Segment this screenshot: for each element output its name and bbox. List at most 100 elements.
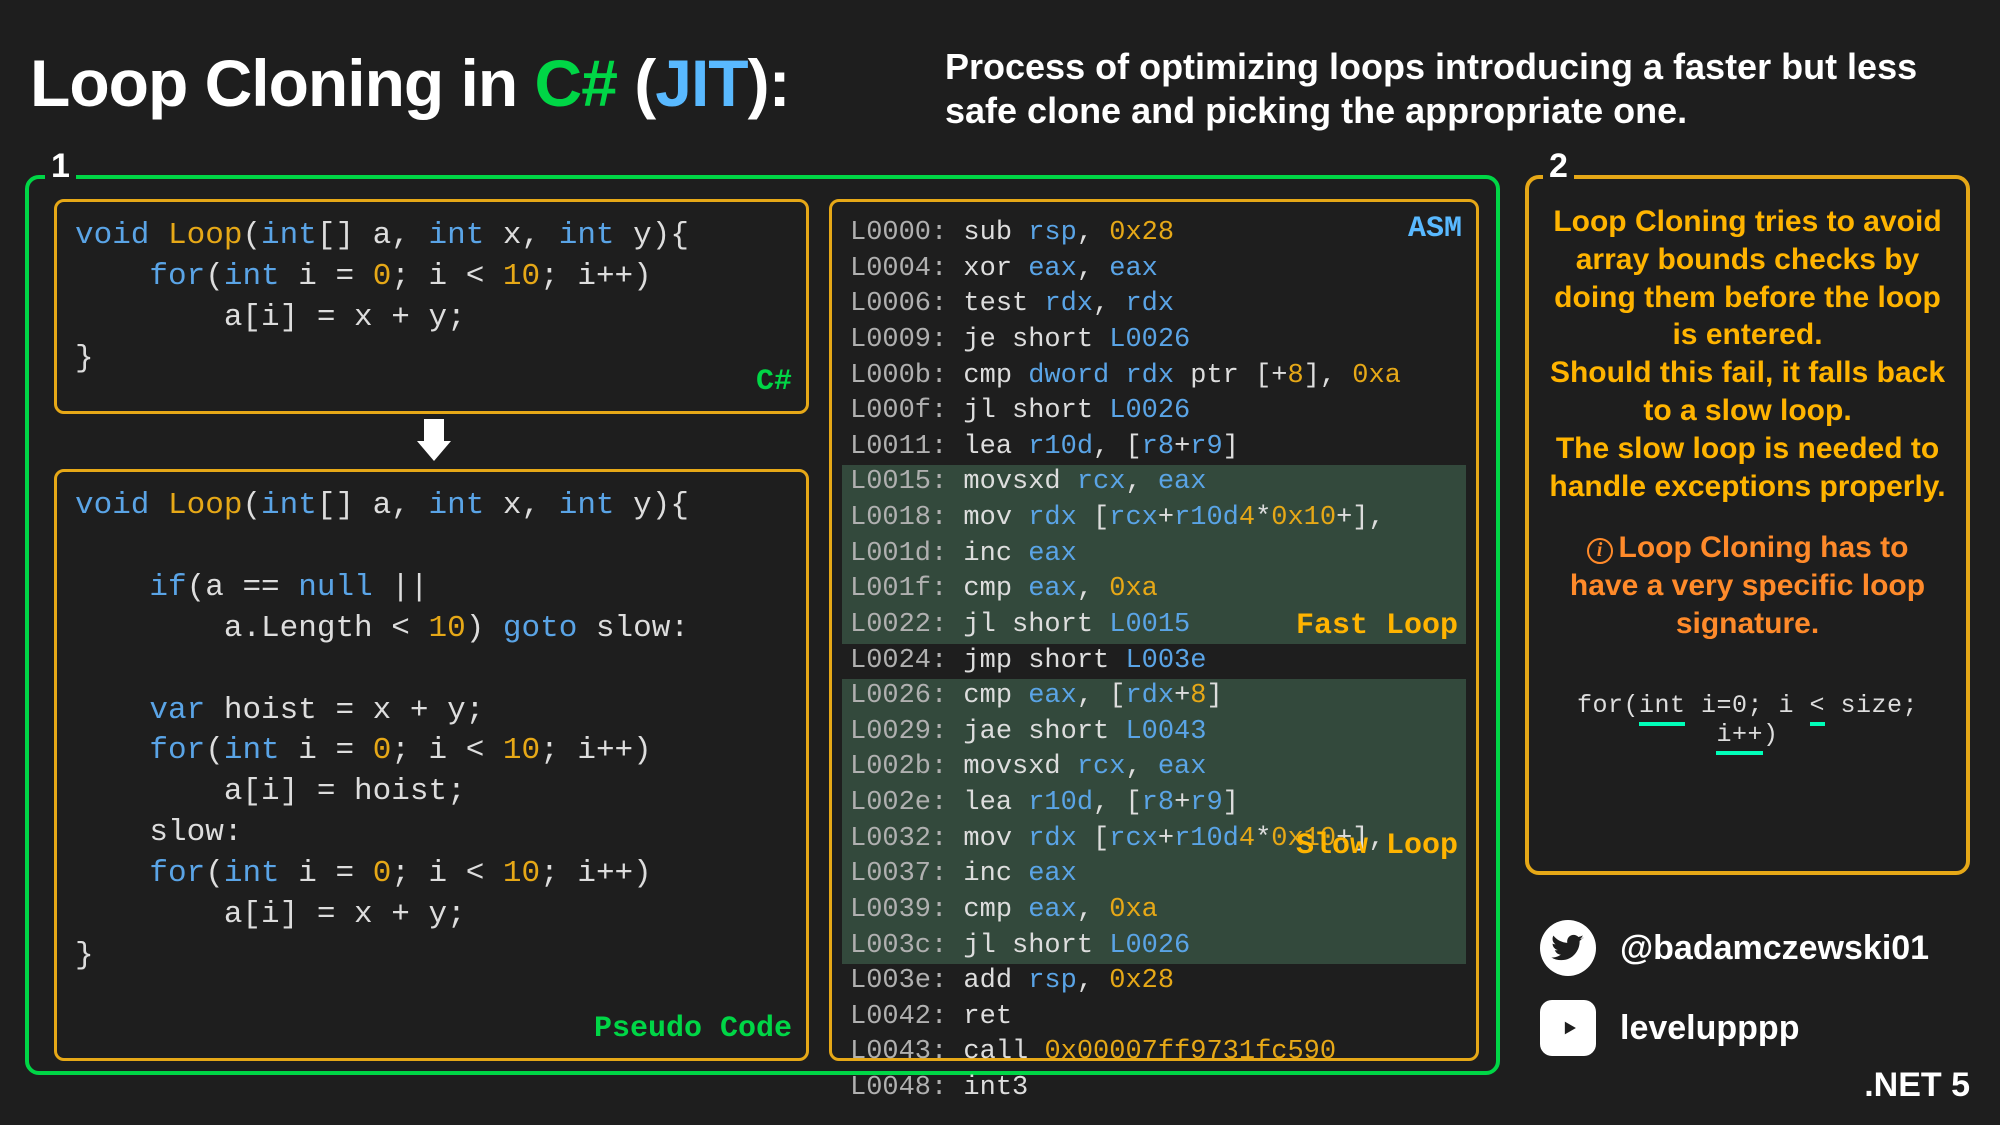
explain-note: iLoop Cloning has to have a very specifi…: [1549, 529, 1946, 642]
t: x,: [503, 218, 559, 253]
asm-line: L0026: cmp eax, [rdx+8]: [842, 679, 1466, 715]
t: int: [428, 218, 502, 253]
t: int: [559, 488, 633, 523]
arrow-down-icon: [417, 419, 451, 463]
t: i=0; i: [1685, 691, 1809, 720]
t: x,: [503, 488, 559, 523]
title-seg-1: Loop Cloning in: [30, 46, 535, 120]
asm-line: L0029: jae short L0043: [842, 715, 1466, 751]
t: ; i <: [391, 856, 503, 891]
t: ): [466, 611, 503, 646]
t: if: [149, 570, 186, 605]
asm-line: L0018: mov rdx [rcx+r10d4*0x10+],: [842, 501, 1466, 537]
t: Loop Cloning has to have a very specific…: [1570, 531, 1925, 640]
explain-code-sig: for(int i=0; i < size; i++): [1549, 691, 1946, 749]
label-pseudo: Pseudo Code: [594, 1010, 792, 1050]
t: 10: [428, 611, 465, 646]
t: The slow loop is needed to handle except…: [1549, 432, 1945, 503]
t: hoist = x + y;: [224, 693, 484, 728]
t: Loop Cloning tries to avoid array bounds…: [1553, 205, 1941, 276]
t: size;: [1825, 691, 1918, 720]
t: [] a,: [317, 218, 429, 253]
t: ||: [391, 570, 428, 605]
t: int: [224, 259, 298, 294]
t: (a ==: [187, 570, 299, 605]
asm-line: L003e: add rsp, 0x28: [842, 964, 1466, 1000]
t: goto: [503, 611, 596, 646]
asm-line: L0024: jmp short L003e: [842, 644, 1466, 680]
t: (: [205, 856, 224, 891]
t: ; i++): [540, 733, 652, 768]
t: (: [205, 733, 224, 768]
code-csharp: void Loop(int[] a, int x, int y){ for(in…: [54, 199, 809, 414]
title-seg-3: (: [617, 46, 655, 120]
t: for(: [1577, 691, 1639, 720]
t: ; i++): [540, 259, 652, 294]
t: i =: [298, 259, 372, 294]
asm-listing: L0000: sub rsp, 0x28L0004: xor eax, eaxL…: [850, 216, 1458, 1107]
t: Loop: [168, 218, 242, 253]
social-youtube: levelupppp: [1540, 1000, 1970, 1056]
t: var: [149, 693, 223, 728]
t: int: [1639, 691, 1686, 726]
t: for: [149, 856, 205, 891]
t: a.Length <: [224, 611, 429, 646]
info-icon: i: [1587, 538, 1613, 564]
t: 10: [503, 856, 540, 891]
t: int: [261, 218, 317, 253]
t: doing them before the loop is entered.: [1554, 281, 1941, 352]
title-seg-5: ):: [748, 46, 790, 120]
t: y){: [633, 218, 689, 253]
t: <: [1810, 691, 1826, 726]
t: Loop: [168, 488, 242, 523]
label-slow-loop: Slow Loop: [1296, 827, 1458, 867]
youtube-handle: levelupppp: [1620, 1009, 1799, 1048]
t: 0: [373, 259, 392, 294]
t: for: [149, 733, 205, 768]
asm-line: L0042: ret: [842, 1000, 1466, 1036]
t: }: [75, 341, 94, 376]
asm-line: L0011: lea r10d, [r8+r9]: [842, 430, 1466, 466]
t: slow:: [149, 815, 242, 850]
t: i =: [298, 733, 372, 768]
asm-line: L002e: lea r10d, [r8+r9]: [842, 786, 1466, 822]
twitter-handle: @badamczewski01: [1620, 929, 1929, 968]
asm-line: L001f: cmp eax, 0xa: [842, 572, 1466, 608]
t: int: [224, 733, 298, 768]
asm-line: L002b: movsxd rcx, eax: [842, 750, 1466, 786]
t: 0: [373, 733, 392, 768]
label-asm: ASM: [1408, 210, 1462, 250]
t: [] a,: [317, 488, 429, 523]
social-twitter: @badamczewski01: [1540, 920, 1970, 976]
asm-line: L003c: jl short L0026: [842, 929, 1466, 965]
t: (: [205, 259, 224, 294]
explain-text: Loop Cloning tries to avoid array bounds…: [1549, 203, 1946, 505]
asm-line: L0000: sub rsp, 0x28: [842, 216, 1466, 252]
t: }: [75, 938, 94, 973]
asm-line: L0009: je short L0026: [842, 323, 1466, 359]
asm-line: L0015: movsxd rcx, eax: [842, 465, 1466, 501]
t: i++: [1716, 720, 1763, 755]
youtube-icon: [1540, 1000, 1596, 1056]
t: int: [261, 488, 317, 523]
t: 10: [503, 259, 540, 294]
asm-line: L000b: cmp dword rdx ptr [+8], 0xa: [842, 359, 1466, 395]
t: int: [428, 488, 502, 523]
label-csharp: C#: [756, 363, 792, 403]
asm-line: L0043: call 0x00007ff9731fc590: [842, 1035, 1466, 1071]
t: a[i] = hoist;: [224, 774, 466, 809]
code-pseudo: void Loop(int[] a, int x, int y){ if(a =…: [54, 469, 809, 1061]
asm-line: L000f: jl short L0026: [842, 394, 1466, 430]
t: i =: [298, 856, 372, 891]
t: ; i <: [391, 733, 503, 768]
t: 10: [503, 733, 540, 768]
t: a[i] = x + y;: [224, 300, 466, 335]
panel-number-1: 1: [45, 147, 76, 186]
label-fast-loop: Fast Loop: [1296, 607, 1458, 647]
t: y){: [633, 488, 689, 523]
title-seg-jit: JIT: [655, 46, 747, 120]
footer-dotnet: .NET 5: [1864, 1066, 1970, 1105]
t: 0: [373, 856, 392, 891]
t: for: [149, 259, 205, 294]
t: void: [75, 218, 168, 253]
